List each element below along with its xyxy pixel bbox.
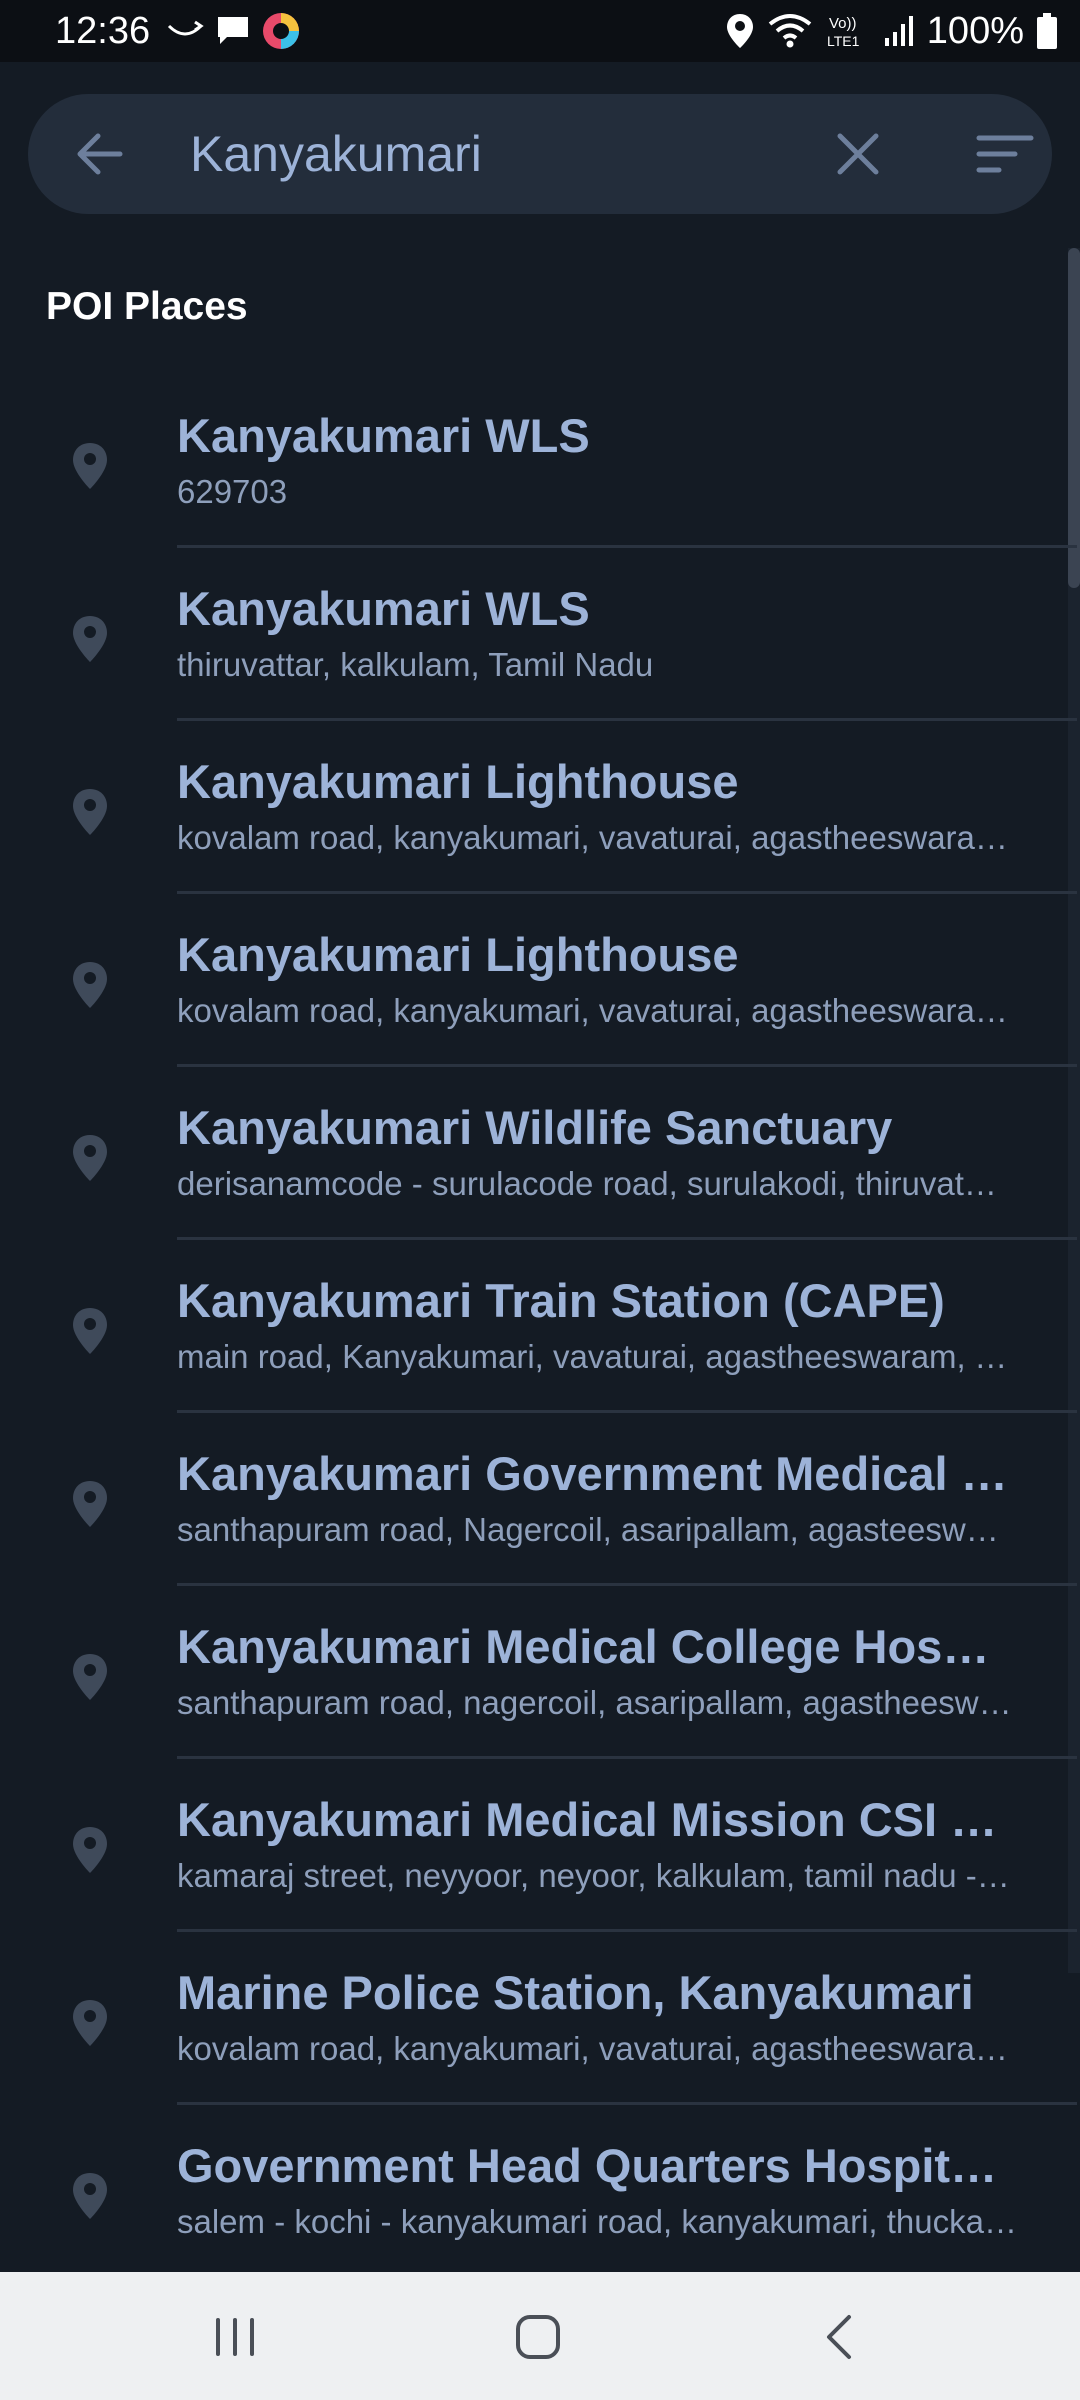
missed-call-icon	[167, 20, 204, 36]
list-item[interactable]: Kanyakumari Lighthouse kovalam road, kan…	[0, 894, 1077, 1067]
svg-text:Vo)): Vo))	[829, 15, 857, 32]
item-subtitle: santhapuram road, Nagercoil, asaripallam…	[177, 1511, 999, 1548]
item-subtitle: 629703	[177, 473, 288, 510]
item-subtitle: salem - kochi - kanyakumari road, kanyak…	[177, 2203, 1017, 2240]
svg-text:LTE1: LTE1	[827, 33, 860, 49]
list-item[interactable]: Kanyakumari Wildlife Sanctuary derisanam…	[0, 1067, 1077, 1240]
arrow-back-icon	[77, 133, 123, 175]
battery-percent: 100%	[926, 10, 1024, 52]
scrollbar-thumb[interactable]	[1068, 248, 1080, 588]
item-subtitle: kovalam road, kanyakumari, vavaturai, ag…	[177, 819, 1008, 856]
location-pin-icon	[73, 1827, 107, 1873]
location-pin-icon	[73, 2000, 107, 2046]
item-title: Kanyakumari Lighthouse	[177, 928, 739, 981]
volte-icon: Vo)) LTE1	[827, 15, 860, 49]
home-button[interactable]	[503, 2302, 573, 2372]
filter-button[interactable]	[973, 124, 1037, 184]
item-title: Government Head Quarters Hospital…	[177, 2139, 1017, 2192]
system-icons: Vo)) LTE1 100%	[725, 8, 1058, 54]
item-subtitle: kamaraj street, neyyoor, neyoor, kalkula…	[177, 1857, 1010, 1894]
signal-icon	[884, 16, 913, 46]
item-subtitle: derisanamcode - surulacode road, surulak…	[177, 1165, 997, 1202]
list-item[interactable]: Kanyakumari WLS thiruvattar, kalkulam, T…	[0, 548, 1077, 721]
item-subtitle: kovalam road, kanyakumari, vavaturai, ag…	[177, 992, 1008, 1029]
location-pin-icon	[73, 1654, 107, 1700]
item-title: Kanyakumari WLS	[177, 582, 590, 635]
list-item[interactable]: Government Head Quarters Hospital… salem…	[0, 2105, 1068, 2278]
item-subtitle: thiruvattar, kalkulam, Tamil Nadu	[177, 646, 654, 683]
location-pin-icon	[73, 962, 107, 1008]
battery-icon	[1037, 13, 1057, 49]
item-title: Kanyakumari Lighthouse	[177, 755, 739, 808]
location-pin-icon	[73, 616, 107, 662]
clear-search-button[interactable]	[828, 124, 888, 184]
filter-icon	[976, 135, 1034, 173]
list-item[interactable]: Marine Police Station, Kanyakumari koval…	[0, 1932, 1077, 2105]
item-title: Kanyakumari Medical College Hospit…	[177, 1620, 1017, 1673]
notification-icons	[165, 8, 301, 54]
status-bar: 12:36 Vo)) LTE1 100%	[0, 0, 1080, 62]
item-title: Kanyakumari WLS	[177, 409, 590, 462]
app-icon	[263, 13, 299, 49]
location-pin-icon	[73, 2173, 107, 2219]
item-title: Kanyakumari Medical Mission CSI H…	[177, 1793, 1017, 1846]
list-item[interactable]: Kanyakumari WLS 629703	[0, 375, 1077, 548]
list-item[interactable]: Kanyakumari Lighthouse kovalam road, kan…	[0, 721, 1077, 894]
recent-apps-icon	[216, 2318, 254, 2356]
search-bar	[28, 94, 1052, 214]
location-icon	[726, 14, 753, 48]
list-item[interactable]: Kanyakumari Government Medical C… santha…	[0, 1413, 1077, 1586]
wifi-icon	[768, 14, 812, 48]
status-time: 12:36	[55, 10, 151, 52]
item-subtitle: santhapuram road, nagercoil, asaripallam…	[177, 1684, 1012, 1721]
back-button[interactable]	[68, 122, 132, 186]
location-pin-icon	[73, 443, 107, 489]
item-title: Kanyakumari Train Station (CAPE)	[177, 1274, 945, 1327]
item-title: Marine Police Station, Kanyakumari	[177, 1966, 974, 2019]
item-title: Kanyakumari Government Medical C…	[177, 1447, 1017, 1500]
nav-back-button[interactable]	[805, 2302, 875, 2372]
navigation-bar	[0, 2272, 1080, 2400]
location-pin-icon	[73, 789, 107, 835]
home-icon	[516, 2315, 560, 2359]
message-icon	[218, 17, 248, 44]
list-item[interactable]: Kanyakumari Medical College Hospit… sant…	[0, 1586, 1077, 1759]
location-pin-icon	[73, 1135, 107, 1181]
item-subtitle: kovalam road, kanyakumari, vavaturai, ag…	[177, 2030, 1008, 2067]
recent-apps-button[interactable]	[200, 2302, 270, 2372]
results-list: Kanyakumari WLS 629703 Kanyakumari WLS t…	[0, 375, 1077, 2278]
location-pin-icon	[73, 1481, 107, 1527]
section-title: POI Places	[46, 285, 248, 328]
search-input[interactable]	[190, 116, 810, 192]
list-item[interactable]: Kanyakumari Train Station (CAPE) main ro…	[0, 1240, 1077, 1413]
location-pin-icon	[73, 1308, 107, 1354]
item-subtitle: main road, Kanyakumari, vavaturai, agast…	[177, 1338, 1017, 1375]
item-title: Kanyakumari Wildlife Sanctuary	[177, 1101, 893, 1154]
list-item[interactable]: Kanyakumari Medical Mission CSI H… kamar…	[0, 1759, 1077, 1932]
close-icon	[837, 133, 879, 175]
nav-back-icon	[827, 2315, 851, 2359]
